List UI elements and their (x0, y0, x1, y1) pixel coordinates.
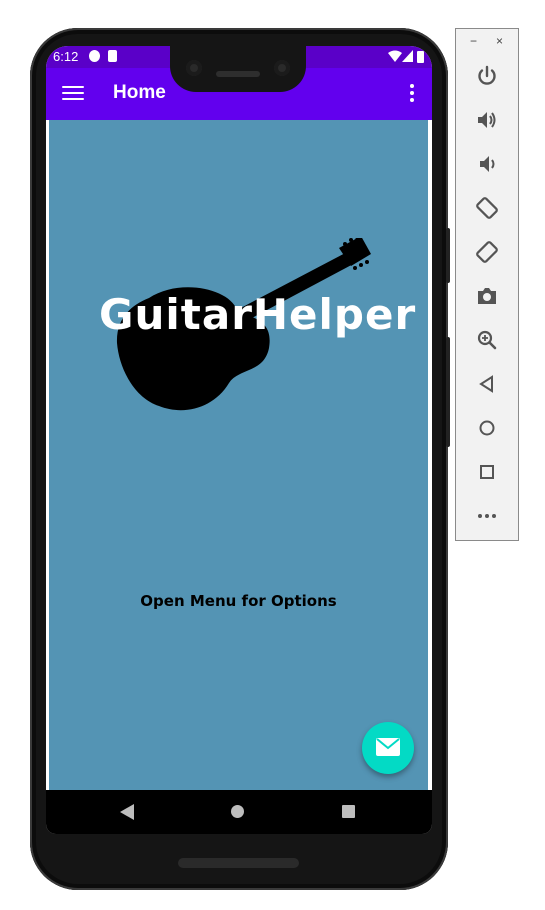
power-side-button (446, 228, 450, 283)
more-vert-icon[interactable] (408, 84, 416, 106)
emulator-toolbar: − × (455, 28, 519, 541)
volume-down-icon[interactable] (475, 152, 499, 176)
volume-side-button (446, 337, 450, 447)
rotate-right-icon[interactable] (475, 240, 499, 264)
front-camera (274, 60, 290, 76)
camera-screenshot-icon[interactable] (475, 284, 499, 308)
sd-card-icon (108, 50, 117, 62)
camera-notch (170, 46, 306, 92)
zoom-icon[interactable] (475, 328, 499, 352)
hamburger-menu-icon[interactable] (62, 82, 84, 106)
signal-icon (402, 50, 413, 62)
email-icon (376, 738, 400, 756)
more-icon[interactable] (475, 504, 499, 528)
back-icon[interactable] (120, 804, 134, 820)
system-nav-bar (46, 790, 432, 834)
home-icon[interactable] (475, 416, 499, 440)
minimize-button[interactable]: − (470, 34, 477, 48)
earpiece-speaker (216, 71, 260, 77)
home-content: GuitarHelper Open Menu for Options (49, 120, 428, 790)
battery-icon (417, 51, 424, 63)
notification-icon (89, 50, 100, 62)
guitar-logo: GuitarHelper (89, 238, 415, 418)
page-title: Home (113, 82, 166, 103)
rotate-left-icon[interactable] (475, 196, 499, 220)
close-button[interactable]: × (496, 34, 503, 48)
app-logo-text: GuitarHelper (99, 290, 417, 339)
back-icon[interactable] (475, 372, 499, 396)
front-camera (186, 60, 202, 76)
bottom-speaker (178, 858, 299, 868)
open-menu-hint: Open Menu for Options (140, 592, 337, 610)
power-icon[interactable] (475, 64, 499, 88)
home-icon[interactable] (231, 805, 244, 818)
wifi-icon (388, 50, 402, 62)
device-screen: 6:12 Home GuitarHelper Open Menu for Opt… (46, 46, 432, 834)
status-time: 6:12 (53, 49, 79, 64)
overview-icon[interactable] (475, 460, 499, 484)
volume-up-icon[interactable] (475, 108, 499, 132)
recents-icon[interactable] (342, 805, 355, 818)
email-fab-button[interactable] (362, 722, 414, 774)
